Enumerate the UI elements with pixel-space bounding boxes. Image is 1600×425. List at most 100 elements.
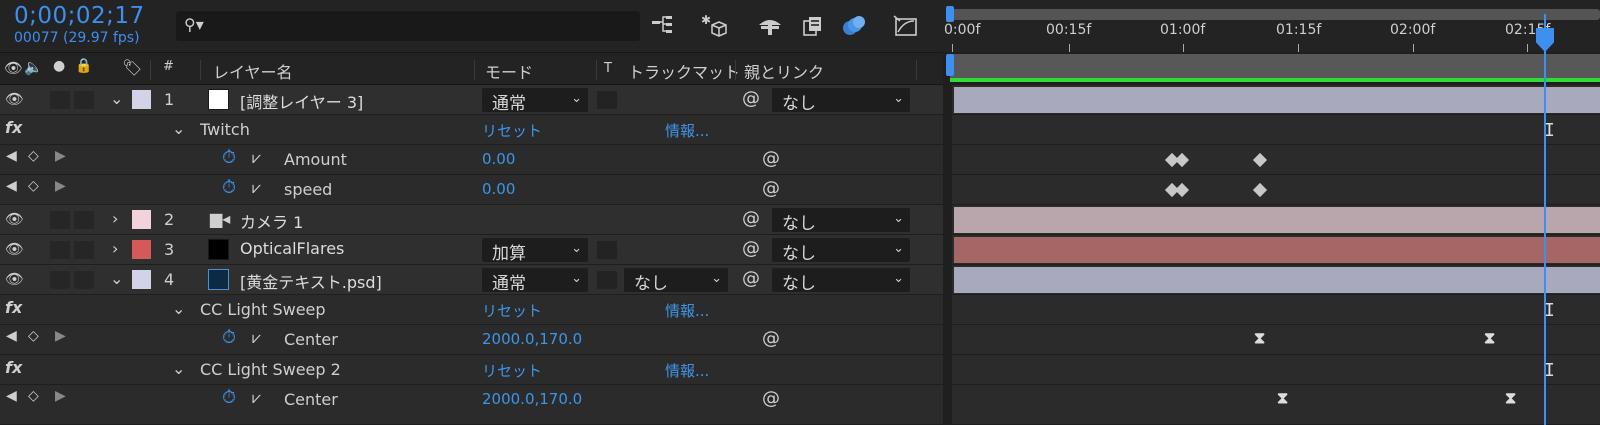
hold-keyframe[interactable]: ⧗ (1277, 388, 1288, 408)
layer-row-2[interactable]: 👁 › 2 ▆◂ カメラ 1 @ なし ⌄ (0, 205, 960, 235)
about-link[interactable]: 情報... (665, 360, 709, 381)
layer-duration-bar-3[interactable] (952, 235, 1600, 265)
parent-dropdown[interactable]: なし ⌄ (772, 208, 910, 234)
motion-blur-icon[interactable] (840, 13, 868, 39)
expand-chevron-icon[interactable]: ⌄ (172, 299, 185, 318)
prev-keyframe-icon[interactable]: ◀ (6, 328, 17, 344)
property-value[interactable]: 2000.0,170.0 (482, 390, 582, 408)
property-row-center[interactable]: ◀ ◇ ▶ ⏱ ⩗ Center 2000.0,170.0 @ (0, 325, 960, 355)
pickwhip-icon[interactable]: @ (742, 238, 760, 259)
reset-link[interactable]: リセット (482, 360, 542, 381)
prev-keyframe-icon[interactable]: ◀ (6, 178, 17, 194)
visibility-eye-icon[interactable]: 👁 (5, 210, 24, 228)
layer-duration-bar-2[interactable] (952, 205, 1600, 235)
property-row-speed[interactable]: ◀ ◇ ▶ ⏱ ⩗ speed 0.00 @ (0, 175, 960, 205)
hold-keyframe[interactable]: ⧗ (1505, 388, 1516, 408)
audio-column-icon[interactable]: 🔈 (24, 58, 43, 76)
pickwhip-icon[interactable]: @ (762, 148, 780, 169)
layer-name[interactable]: [黄金テキスト.psd] (240, 269, 382, 293)
keyframe[interactable] (1252, 152, 1268, 168)
property-value[interactable]: 2000.0,170.0 (482, 330, 582, 348)
flowchart-icon[interactable] (650, 13, 678, 39)
property-value[interactable]: 0.00 (482, 180, 515, 198)
layer-row-4[interactable]: 👁 ⌄ 4 [黄金テキスト.psd] 通常 ⌄ なし ⌄ @ なし ⌄ (0, 265, 960, 295)
label-color-swatch[interactable] (132, 210, 151, 229)
solo-column-icon[interactable]: ● (53, 58, 65, 74)
reset-link[interactable]: リセット (482, 120, 542, 141)
navigator-start-handle[interactable] (946, 6, 954, 22)
graph-editor-icon[interactable] (892, 13, 920, 39)
hold-keyframe[interactable]: ⧗ (1254, 328, 1265, 348)
layer-duration-bar-1[interactable] (952, 85, 1600, 115)
next-keyframe-icon[interactable]: ▶ (55, 178, 66, 194)
graph-icon[interactable]: ⩗ (252, 178, 261, 198)
effect-row-twitch[interactable]: fx ⌄ Twitch リセット 情報... (0, 115, 960, 145)
keyframe[interactable] (1252, 182, 1268, 198)
stopwatch-icon[interactable]: ⏱ (222, 327, 236, 348)
time-ruler[interactable] (943, 0, 1600, 52)
property-row-amount[interactable]: ◀ ◇ ▶ ⏱ ⩗ Amount 0.00 @ (0, 145, 960, 175)
label-tag-icon[interactable]: 🏷 (122, 58, 142, 77)
stopwatch-icon[interactable]: ⏱ (222, 147, 236, 168)
fx-icon[interactable]: fx (5, 298, 22, 317)
work-area-bar[interactable] (950, 54, 1600, 80)
add-keyframe-icon[interactable]: ◇ (28, 328, 39, 344)
visibility-eye-icon[interactable]: 👁 (5, 270, 24, 288)
mode-dropdown[interactable]: 通常 ⌄ (482, 268, 588, 294)
add-keyframe-icon[interactable]: ◇ (28, 178, 39, 194)
graph-icon[interactable]: ⩗ (252, 388, 261, 408)
layer-name-column[interactable]: レイヤー名 (213, 59, 293, 83)
fx-icon[interactable]: fx (5, 358, 22, 377)
effect-row-cc-light-sweep-2[interactable]: fx ⌄ CC Light Sweep 2 リセット 情報... (0, 355, 960, 385)
parent-dropdown[interactable]: なし ⌄ (772, 238, 910, 264)
visibility-eye-icon[interactable]: 👁 (5, 90, 24, 108)
shy-layers-icon[interactable] (756, 13, 784, 39)
layer-duration-bar-4[interactable] (952, 265, 1600, 295)
parent-dropdown[interactable]: なし ⌄ (772, 88, 910, 114)
hold-keyframe[interactable]: ⧗ (1484, 328, 1495, 348)
lock-column-icon[interactable]: 🔒 (75, 58, 92, 74)
expand-chevron-icon[interactable]: › (112, 209, 118, 228)
expand-chevron-icon[interactable]: ⌄ (110, 89, 123, 108)
time-navigator[interactable] (950, 9, 1600, 20)
layer-name[interactable]: [調整レイヤー 3] (240, 89, 363, 113)
keyframe[interactable] (1174, 152, 1190, 168)
layer-name[interactable]: カメラ 1 (240, 209, 303, 233)
prev-keyframe-icon[interactable]: ◀ (6, 388, 17, 404)
label-color-swatch[interactable] (132, 240, 151, 259)
add-keyframe-icon[interactable]: ◇ (28, 148, 39, 164)
stopwatch-icon[interactable]: ⏱ (222, 387, 236, 408)
effect-row-cc-light-sweep[interactable]: fx ⌄ CC Light Sweep リセット 情報... (0, 295, 960, 325)
track-matte-dropdown[interactable]: なし ⌄ (624, 268, 728, 294)
layer-row-3[interactable]: 👁 › 3 OpticalFlares 加算 ⌄ @ なし ⌄ (0, 235, 960, 265)
draft-3d-icon[interactable]: ✱ (700, 13, 728, 39)
eye-column-icon[interactable]: 👁 (4, 59, 23, 77)
expand-chevron-icon[interactable]: ⌄ (172, 359, 185, 378)
mode-dropdown[interactable]: 通常 ⌄ (482, 88, 588, 114)
property-row-center-2[interactable]: ◀ ◇ ▶ ⏱ ⩗ Center 2000.0,170.0 @ (0, 385, 960, 425)
pickwhip-icon[interactable]: @ (762, 388, 780, 409)
label-color-swatch[interactable] (132, 270, 151, 289)
pickwhip-icon[interactable]: @ (762, 178, 780, 199)
mode-dropdown[interactable]: 加算 ⌄ (482, 238, 588, 264)
next-keyframe-icon[interactable]: ▶ (55, 148, 66, 164)
parent-dropdown[interactable]: なし ⌄ (772, 268, 910, 294)
pickwhip-icon[interactable]: @ (762, 328, 780, 349)
about-link[interactable]: 情報... (665, 300, 709, 321)
layer-row-1[interactable]: 👁 ⌄ 1 [調整レイヤー 3] 通常 ⌄ @ なし ⌄ (0, 85, 960, 115)
current-time-display[interactable]: 0;00;02;17 (14, 3, 145, 29)
current-time-indicator[interactable] (1544, 14, 1546, 425)
search-input[interactable]: ⚲▾ (176, 11, 640, 41)
label-color-swatch[interactable] (132, 90, 151, 109)
pickwhip-icon[interactable]: @ (742, 88, 760, 109)
expand-chevron-icon[interactable]: ⌄ (110, 269, 123, 288)
expand-chevron-icon[interactable]: ⌄ (172, 119, 185, 138)
property-value[interactable]: 0.00 (482, 150, 515, 168)
pickwhip-icon[interactable]: @ (742, 208, 760, 229)
prev-keyframe-icon[interactable]: ◀ (6, 148, 17, 164)
about-link[interactable]: 情報... (665, 120, 709, 141)
visibility-eye-icon[interactable]: 👁 (5, 240, 24, 258)
next-keyframe-icon[interactable]: ▶ (55, 388, 66, 404)
pickwhip-icon[interactable]: @ (742, 268, 760, 289)
stopwatch-icon[interactable]: ⏱ (222, 177, 236, 198)
